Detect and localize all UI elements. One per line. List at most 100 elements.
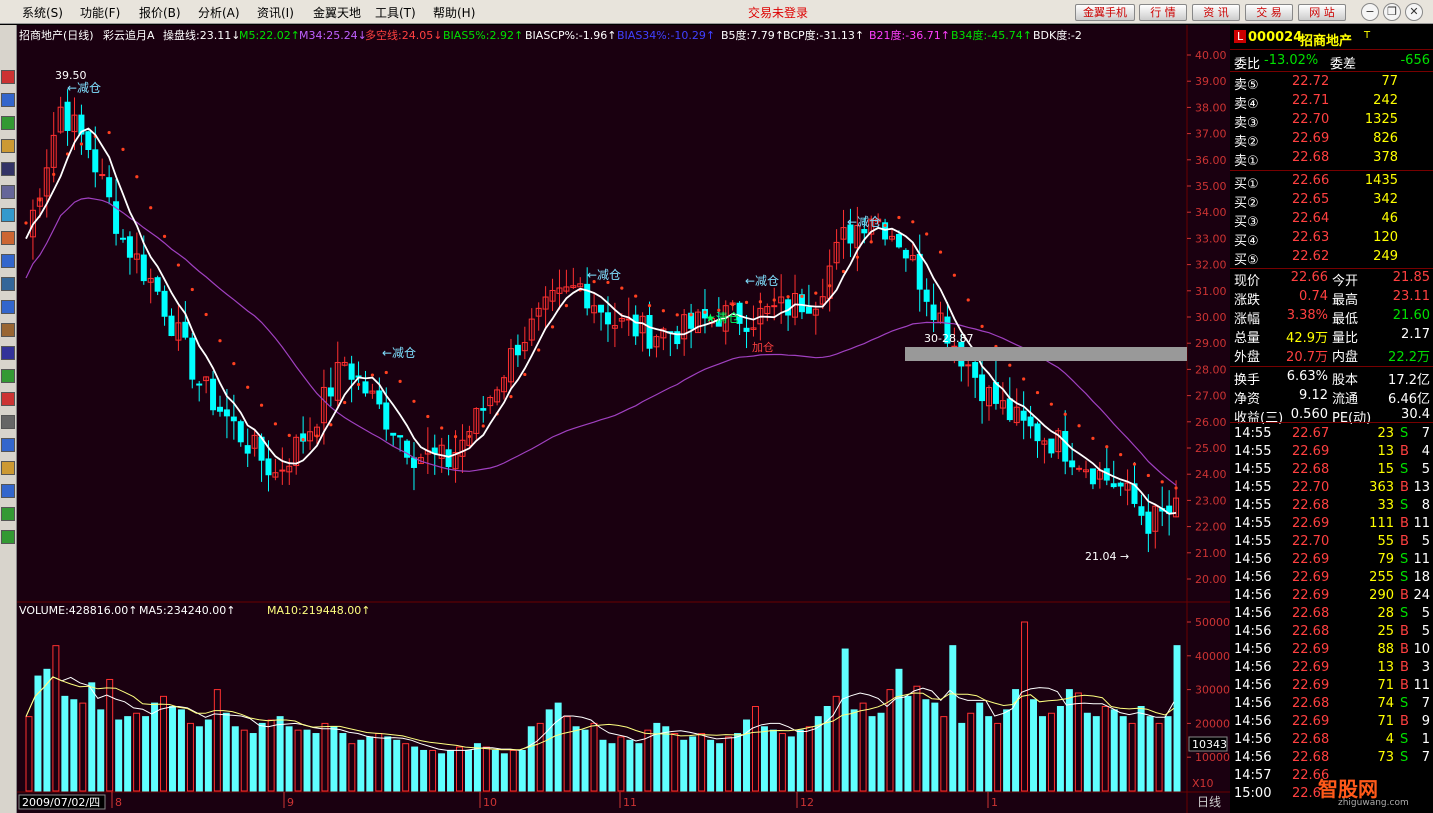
bid-row: 买⑤ 22.62 249 xyxy=(1234,249,1430,268)
volume-bar xyxy=(500,753,508,792)
move-icon[interactable] xyxy=(1,484,15,498)
money-icon[interactable] xyxy=(1,369,15,383)
duokong-dot xyxy=(911,220,915,224)
volume-bar xyxy=(922,699,930,792)
wrench-icon[interactable] xyxy=(1,415,15,429)
volume-bar xyxy=(330,726,338,792)
dollar-icon[interactable] xyxy=(1,392,15,406)
user-icon[interactable] xyxy=(1,231,15,245)
tick-side: B xyxy=(1400,588,1409,603)
si-icon[interactable] xyxy=(1,346,15,360)
duokong-dot xyxy=(412,399,416,403)
volume-bar xyxy=(384,736,392,792)
menu-item[interactable]: 工具(T) xyxy=(375,4,416,21)
table-icon[interactable] xyxy=(1,185,15,199)
draw-icon[interactable] xyxy=(1,323,15,337)
ie-icon[interactable] xyxy=(1,300,15,314)
duokong-dot xyxy=(287,433,291,437)
list-icon[interactable] xyxy=(1,162,15,176)
tick-volume: 71 xyxy=(1377,678,1394,693)
tick-time: 14:56 xyxy=(1234,696,1272,711)
indicator-value: B34度:-45.74↑ xyxy=(951,28,1032,42)
price-tick-label: 36.00 xyxy=(1195,154,1227,167)
tick-price: 22.67 xyxy=(1292,426,1330,441)
candle-body xyxy=(383,402,390,430)
candle-body xyxy=(598,304,605,313)
candle-body xyxy=(514,344,521,356)
duokong-dot xyxy=(731,302,735,307)
candle-body xyxy=(1089,468,1096,485)
duokong-dot xyxy=(1119,453,1123,457)
candle-body xyxy=(1076,467,1083,470)
tick-price: 22.69 xyxy=(1292,516,1330,531)
volume-bar xyxy=(303,729,311,792)
grid-icon[interactable] xyxy=(1,93,15,107)
restore-icon[interactable]: ❐ xyxy=(1383,3,1401,21)
candle-body xyxy=(1062,431,1069,462)
f10-icon[interactable] xyxy=(1,254,15,268)
tick-time: 15:00 xyxy=(1234,786,1272,801)
stock-name: 招商地产 xyxy=(1300,34,1353,49)
line-icon[interactable] xyxy=(1,116,15,130)
duokong-dot xyxy=(1105,445,1109,449)
top-button[interactable]: 行 情 xyxy=(1139,4,1187,21)
search-icon[interactable] xyxy=(1,277,15,291)
menu-item[interactable]: 功能(F) xyxy=(80,4,120,21)
volume-unit: X10 xyxy=(1192,777,1214,790)
top-button[interactable]: 交 易 xyxy=(1245,4,1293,21)
candle-body xyxy=(126,236,133,258)
info-icon[interactable] xyxy=(1,208,15,222)
bid-price: 22.62 xyxy=(1292,249,1330,264)
menu-item[interactable]: 报价(B) xyxy=(139,4,181,21)
volume-bar xyxy=(572,726,580,792)
duokong-dot xyxy=(1049,402,1053,406)
up-arrow-icon[interactable] xyxy=(1,507,15,521)
volume-bar xyxy=(249,733,257,792)
menu-item[interactable]: 金翼天地 xyxy=(313,4,361,21)
duokong-dot xyxy=(814,291,818,295)
period-label[interactable]: 日线 xyxy=(1197,795,1221,809)
resistance-label: 30-28.87 xyxy=(924,332,973,345)
menu-item[interactable]: 分析(A) xyxy=(198,4,240,21)
login-status: 交易未登录 xyxy=(748,6,809,20)
chart-icon[interactable] xyxy=(1,70,15,84)
close-icon[interactable]: ✕ xyxy=(1405,3,1423,21)
candle-body xyxy=(237,421,244,443)
tick-time: 14:56 xyxy=(1234,750,1272,765)
tick-count: 24 xyxy=(1413,588,1430,603)
volume-bar xyxy=(635,743,643,792)
down-arrow-icon[interactable] xyxy=(1,530,15,544)
pencil-icon[interactable] xyxy=(1,461,15,475)
weibi-row: 委比 -13.02% 委差 -656 xyxy=(1234,53,1430,72)
tick-time: 14:55 xyxy=(1234,516,1272,531)
menu-item[interactable]: 资讯(I) xyxy=(257,4,294,21)
duokong-dot xyxy=(1091,436,1095,440)
left-toolbar xyxy=(0,25,17,813)
minimize-icon[interactable]: − xyxy=(1361,3,1379,21)
menu-item[interactable]: 系统(S) xyxy=(22,4,63,21)
zoom-icon[interactable] xyxy=(1,438,15,452)
volume-bar xyxy=(438,753,446,792)
indicator-value: B21度:-36.71↑ xyxy=(869,28,950,42)
top-button[interactable]: 网 站 xyxy=(1298,4,1346,21)
indicator-value: 操盘线:23.11↓ xyxy=(163,28,240,42)
top-button[interactable]: 资 讯 xyxy=(1192,4,1240,21)
duokong-dot xyxy=(952,273,956,277)
duokong-dot xyxy=(1063,412,1067,416)
tick-price: 22.69 xyxy=(1292,678,1330,693)
tick-side: B xyxy=(1400,642,1409,657)
volume-bar xyxy=(707,739,715,792)
menu-item[interactable]: 帮助(H) xyxy=(433,4,475,21)
kline-chart-area[interactable]: 招商地产(日线) 彩云追月A 操盘线:23.11↓M5:22.02↑ M34:25.2… xyxy=(17,25,1230,813)
volume-bar xyxy=(1119,716,1127,792)
volume-bar xyxy=(70,699,78,792)
tick-price: 22.6 xyxy=(1292,786,1321,801)
tick-side: S xyxy=(1400,732,1409,747)
ask-volume: 1325 xyxy=(1364,112,1398,127)
top-button[interactable]: 金翼手机 xyxy=(1075,4,1135,21)
tick-volume: 4 xyxy=(1385,732,1394,747)
tick-volume: 23 xyxy=(1377,426,1394,441)
bar-icon[interactable] xyxy=(1,139,15,153)
tick-count: 9 xyxy=(1421,714,1430,729)
tick-count: 3 xyxy=(1421,660,1430,675)
